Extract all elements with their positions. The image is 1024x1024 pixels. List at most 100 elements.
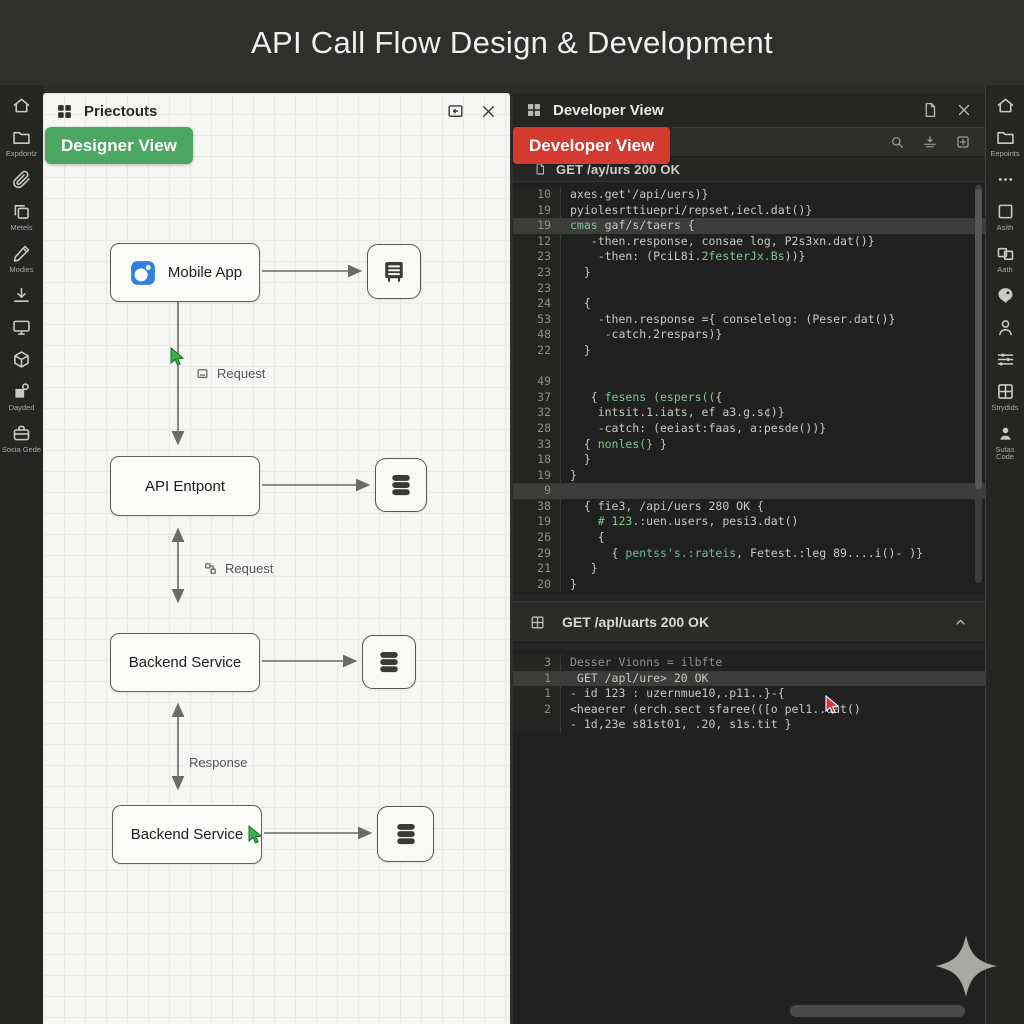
- left-rail-item-paperclip-icon[interactable]: [11, 169, 32, 190]
- left-rail-item-modies[interactable]: Modies: [9, 243, 33, 274]
- code-line[interactable]: 19pyiolesrttiuepri/repset,iecl.dat()}: [513, 203, 985, 219]
- flow-node-database-3[interactable]: [377, 806, 434, 862]
- left-rail-item-cube-icon[interactable]: [11, 349, 32, 370]
- code-line[interactable]: 9: [513, 483, 985, 499]
- code-text: { nonles(} }: [561, 437, 667, 453]
- code-line[interactable]: 19cmas gaf/s/taers {: [513, 218, 985, 234]
- monitor-icon: [11, 317, 32, 338]
- code-line[interactable]: 33 { nonles(} }: [513, 437, 985, 453]
- code-line[interactable]: 49: [513, 374, 985, 390]
- code-scrollbar[interactable]: [975, 185, 982, 583]
- code-line[interactable]: 20}: [513, 577, 985, 593]
- code-line[interactable]: 21 }: [513, 561, 985, 577]
- rail-item-label: Sutas Code: [986, 446, 1024, 462]
- right-rail-item-strydids[interactable]: Strydids: [991, 381, 1018, 412]
- code-line[interactable]: 10axes.get'/api/uers)}: [513, 187, 985, 203]
- restore-window-button[interactable]: [446, 102, 465, 121]
- code-line[interactable]: - 1d,23e s81st01, .20, s1s.tit }: [513, 717, 985, 733]
- code-editor-block-1[interactable]: 10axes.get'/api/uers)}19pyiolesrttiuepri…: [513, 182, 985, 594]
- new-page-button[interactable]: [921, 101, 939, 119]
- designer-view-badge[interactable]: Designer View: [45, 127, 193, 164]
- code-line[interactable]: 48 -catch.2respars)}: [513, 327, 985, 343]
- code-line[interactable]: 23: [513, 281, 985, 297]
- code-line[interactable]: 32 intsit.1.iats, ef a3.g.s¢)}: [513, 405, 985, 421]
- add-box-icon[interactable]: [955, 134, 971, 150]
- response-section-header[interactable]: GET /apl/uarts 200 OK: [513, 601, 985, 643]
- code-line[interactable]: 3Desser Vionns = ilbfte: [513, 655, 985, 671]
- code-line[interactable]: 19}: [513, 468, 985, 484]
- line-number: [513, 717, 561, 733]
- code-line[interactable]: 26 {: [513, 530, 985, 546]
- line-number: 26: [513, 530, 561, 546]
- left-rail-item-dayded[interactable]: Dayded: [9, 381, 35, 412]
- code-line[interactable]: 18 }: [513, 452, 985, 468]
- line-number: 3: [513, 655, 561, 671]
- left-rail-item-expdontz[interactable]: Expdontz: [6, 127, 37, 158]
- right-rail-item-eepoints[interactable]: Eepoints: [990, 127, 1019, 158]
- right-rail-item-sliders-icon[interactable]: [995, 349, 1016, 370]
- left-rail-item-socia-gede[interactable]: Socia Gede: [2, 423, 41, 454]
- flow-node-backend-service-2[interactable]: Backend Service: [112, 805, 262, 864]
- left-rail-item-download-icon[interactable]: [11, 285, 32, 306]
- tray-download-icon[interactable]: [922, 134, 938, 150]
- sparkle-icon: [933, 933, 999, 999]
- code-line[interactable]: 23 }: [513, 265, 985, 281]
- right-rail-item-home-icon[interactable]: [995, 95, 1016, 116]
- horizontal-scrollbar[interactable]: [790, 1005, 965, 1017]
- close-window-button[interactable]: [479, 102, 498, 121]
- flow-node-mobile-app[interactable]: Mobile App: [110, 243, 260, 302]
- left-rail-item-home-icon[interactable]: [11, 95, 32, 116]
- request-icon: [533, 162, 547, 176]
- code-line[interactable]: 19 # 123.:uen.users, pesi3.dat(): [513, 514, 985, 530]
- edge-label-request-1: Request: [195, 366, 265, 381]
- code-text: axes.get'/api/uers)}: [561, 187, 708, 203]
- code-line[interactable]: 29 { pentss's.:rateis, Fetest.:leg 89...…: [513, 546, 985, 562]
- code-line[interactable]: 23 -then: (PciL8i.2festerJx.Bs))}: [513, 249, 985, 265]
- code-line[interactable]: 37 { fesens (espers(({: [513, 390, 985, 406]
- paperclip-icon: [11, 169, 32, 190]
- code-line[interactable]: 22 }: [513, 343, 985, 359]
- mobile-app-icon: [128, 258, 158, 288]
- right-rail-item-asith[interactable]: Asith: [995, 201, 1016, 232]
- code-text: {: [561, 530, 605, 546]
- code-line[interactable]: [513, 359, 985, 375]
- splash-icon: [995, 285, 1016, 306]
- flow-node-backend-service-1[interactable]: Backend Service: [110, 633, 260, 692]
- code-text: -catch.2respars)}: [561, 327, 722, 343]
- flow-node-database-2[interactable]: [362, 635, 416, 689]
- flow-node-server[interactable]: [367, 244, 421, 299]
- window-icon: [195, 366, 210, 381]
- search-icon[interactable]: [889, 134, 905, 150]
- developer-view-badge[interactable]: Developer View: [513, 127, 670, 164]
- home-icon: [995, 95, 1016, 116]
- left-rail-item-metels[interactable]: Metels: [10, 201, 32, 232]
- right-rail-item-person-icon[interactable]: [995, 317, 1016, 338]
- square-icon: [995, 201, 1016, 222]
- left-rail-item-monitor-icon[interactable]: [11, 317, 32, 338]
- ellipsis-icon: [995, 169, 1016, 190]
- title-bar: API Call Flow Design & Development: [0, 0, 1024, 85]
- code-editor-block-2[interactable]: 3Desser Vionns = ilbfte1 GET /apl/ure> 2…: [513, 649, 985, 1024]
- person-icon: [995, 317, 1016, 338]
- code-line[interactable]: 53 -then.response ={ conselelog: (Peser.…: [513, 312, 985, 328]
- right-rail-item-sutas-code[interactable]: Sutas Code: [986, 423, 1024, 462]
- right-rail-item-aath[interactable]: Aath: [995, 243, 1016, 274]
- code-line[interactable]: 1 GET /apl/ure> 20 OK: [513, 671, 985, 687]
- rail-item-label: Eepoints: [990, 150, 1019, 158]
- chevron-up-icon[interactable]: [952, 614, 969, 631]
- code-line[interactable]: 2<heaerer (erch.sect sfaree(([o pel1..da…: [513, 702, 985, 718]
- line-number: 29: [513, 546, 561, 562]
- right-rail-item-splash-icon[interactable]: [995, 285, 1016, 306]
- right-rail-item-ellipsis-icon[interactable]: [995, 169, 1016, 190]
- code-line[interactable]: 24 {: [513, 296, 985, 312]
- flow-node-database-1[interactable]: [375, 458, 427, 512]
- line-number: 37: [513, 390, 561, 406]
- code-line[interactable]: 12 -then.response, consae log, P2s3xn.da…: [513, 234, 985, 250]
- code-line[interactable]: 28 -catch: (eeiast:faas, a:pesde())}: [513, 421, 985, 437]
- code-text: [561, 374, 570, 390]
- close-window-button[interactable]: [955, 101, 973, 119]
- code-line[interactable]: 38 { fie3, /api/uers 280 OK {: [513, 499, 985, 515]
- flow-node-api-endpoint[interactable]: API Entpont: [110, 456, 260, 516]
- code-line[interactable]: 1- id 123 : uzernmue10,.p11..}-{: [513, 686, 985, 702]
- pen-icon: [11, 243, 32, 264]
